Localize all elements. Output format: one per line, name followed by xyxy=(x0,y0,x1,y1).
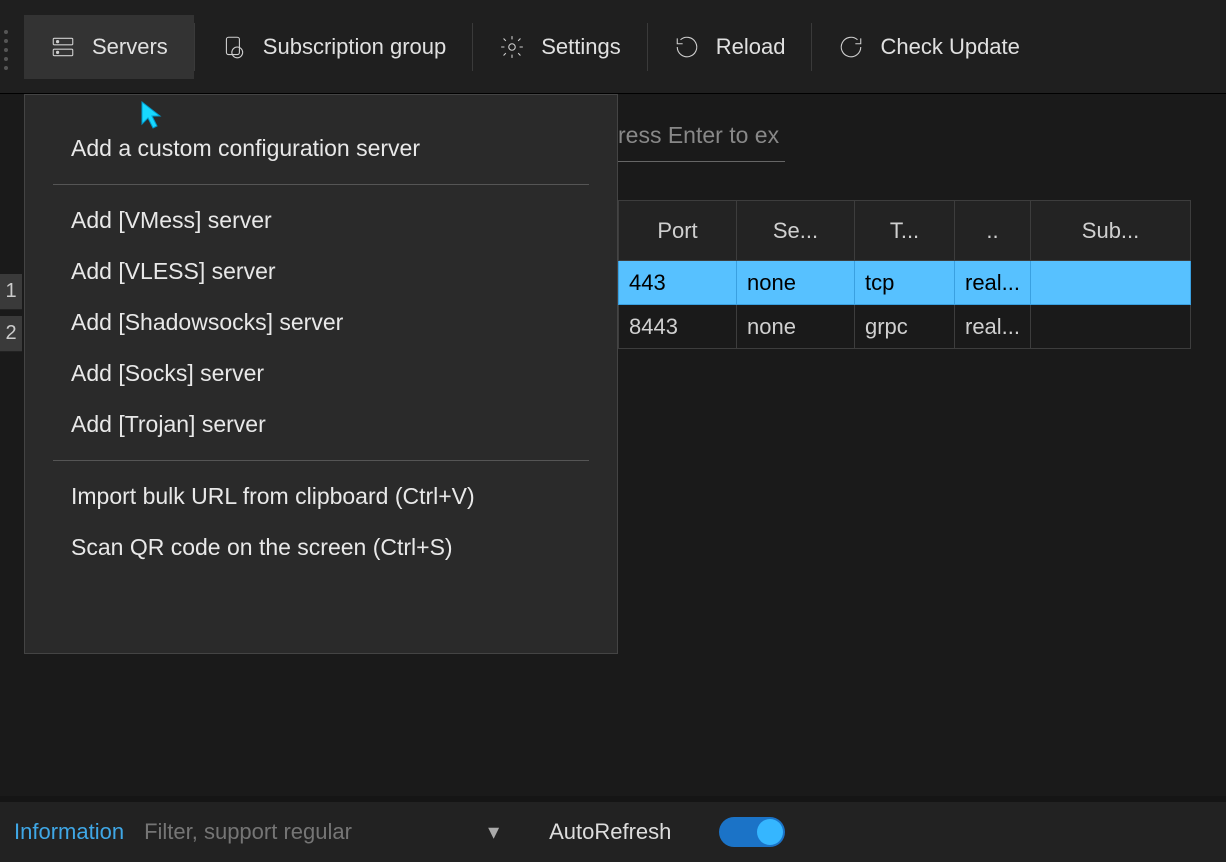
cell-tls: real... xyxy=(955,305,1031,349)
cell-transport: grpc xyxy=(855,305,955,349)
update-icon xyxy=(838,34,864,60)
main-toolbar: Servers Subscription group Settings Relo… xyxy=(0,0,1226,94)
servers-label: Servers xyxy=(92,34,168,60)
menu-add-vless[interactable]: Add [VLESS] server xyxy=(25,246,617,297)
information-tab[interactable]: Information xyxy=(14,819,124,845)
cell-port: 443 xyxy=(619,261,737,305)
col-tls[interactable]: .. xyxy=(955,201,1031,261)
menu-add-trojan[interactable]: Add [Trojan] server xyxy=(25,399,617,450)
cell-sub xyxy=(1031,305,1191,349)
col-port[interactable]: Port xyxy=(619,201,737,261)
cell-security: none xyxy=(737,305,855,349)
col-transport[interactable]: T... xyxy=(855,201,955,261)
subscription-group-label: Subscription group xyxy=(263,34,446,60)
table-header-row: Port Se... T... .. Sub... xyxy=(619,201,1191,261)
menu-add-custom[interactable]: Add a custom configuration server xyxy=(25,123,617,174)
menu-add-vmess[interactable]: Add [VMess] server xyxy=(25,195,617,246)
window-drag-handle[interactable] xyxy=(4,30,12,70)
toggle-knob xyxy=(757,819,783,845)
reload-button[interactable]: Reload xyxy=(648,15,812,79)
gear-icon xyxy=(499,34,525,60)
menu-import-clipboard[interactable]: Import bulk URL from clipboard (Ctrl+V) xyxy=(25,471,617,522)
cell-security: none xyxy=(737,261,855,305)
table-row[interactable]: 443 none tcp real... xyxy=(619,261,1191,305)
servers-dropdown-menu: Add a custom configuration server Add [V… xyxy=(24,94,618,654)
servers-table: Port Se... T... .. Sub... 443 none tcp r… xyxy=(618,200,1191,349)
cell-sub xyxy=(1031,261,1191,305)
search-input[interactable]: ress Enter to ex xyxy=(618,122,785,162)
filter-input[interactable] xyxy=(144,819,474,845)
cell-port: 8443 xyxy=(619,305,737,349)
cell-tls: real... xyxy=(955,261,1031,305)
row-index[interactable]: 1 xyxy=(0,274,22,310)
filter-dropdown-caret[interactable]: ▾ xyxy=(488,819,499,845)
row-index[interactable]: 2 xyxy=(0,316,22,352)
menu-add-shadowsocks[interactable]: Add [Shadowsocks] server xyxy=(25,297,617,348)
col-sub[interactable]: Sub... xyxy=(1031,201,1191,261)
servers-menu-button[interactable]: Servers xyxy=(24,15,194,79)
reload-label: Reload xyxy=(716,34,786,60)
subscription-group-button[interactable]: Subscription group xyxy=(195,15,472,79)
check-update-button[interactable]: Check Update xyxy=(812,15,1045,79)
menu-add-socks[interactable]: Add [Socks] server xyxy=(25,348,617,399)
status-bar: Information ▾ AutoRefresh xyxy=(0,796,1226,862)
servers-icon xyxy=(50,34,76,60)
settings-label: Settings xyxy=(541,34,621,60)
check-update-label: Check Update xyxy=(880,34,1019,60)
autorefresh-toggle[interactable] xyxy=(719,817,785,847)
table-row[interactable]: 8443 none grpc real... xyxy=(619,305,1191,349)
settings-button[interactable]: Settings xyxy=(473,15,647,79)
cell-transport: tcp xyxy=(855,261,955,305)
menu-scan-qr[interactable]: Scan QR code on the screen (Ctrl+S) xyxy=(25,522,617,573)
reload-icon xyxy=(674,34,700,60)
col-security[interactable]: Se... xyxy=(737,201,855,261)
autorefresh-label: AutoRefresh xyxy=(549,819,671,845)
menu-separator xyxy=(53,460,589,461)
menu-separator xyxy=(53,184,589,185)
subscription-icon xyxy=(221,34,247,60)
